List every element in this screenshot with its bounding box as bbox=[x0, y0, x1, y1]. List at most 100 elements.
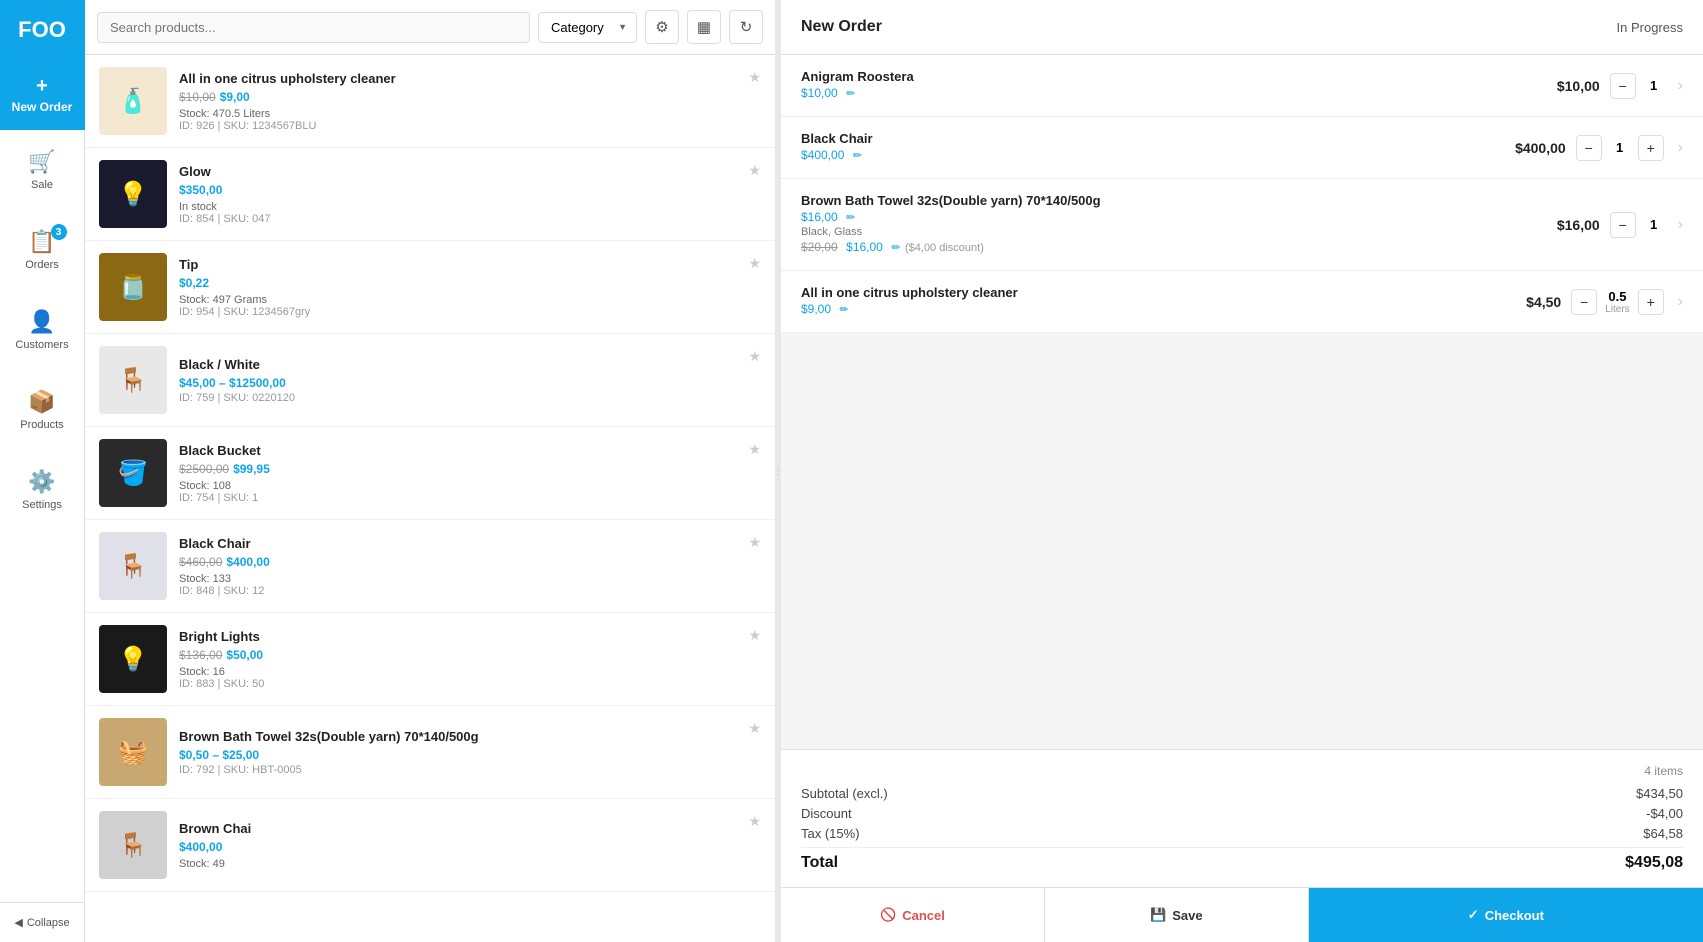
product-stock: Stock: 497 Grams bbox=[179, 294, 761, 306]
order-status: In Progress bbox=[1617, 20, 1683, 35]
order-item: All in one citrus upholstery cleaner $9,… bbox=[781, 271, 1703, 333]
product-panel: Category ⚙ ▦ ↻ 🧴 All in one citrus uphol… bbox=[85, 0, 775, 942]
star-icon[interactable]: ★ bbox=[748, 627, 761, 644]
new-order-button[interactable]: + New Order bbox=[0, 60, 85, 130]
product-item[interactable]: 🧺 Brown Bath Towel 32s(Double yarn) 70*1… bbox=[85, 706, 775, 799]
qty-value: 1 bbox=[1644, 78, 1664, 93]
checkout-button[interactable]: ✓ Checkout bbox=[1309, 888, 1703, 942]
product-info: All in one citrus upholstery cleaner $10… bbox=[179, 71, 761, 132]
order-item-price-link[interactable]: $10,00 bbox=[801, 86, 838, 100]
product-image: 🪑 bbox=[99, 811, 167, 879]
order-item-info: Anigram Roostera $10,00 ✏ bbox=[801, 69, 1520, 102]
product-item[interactable]: 💡 Glow $350,00 In stock ID: 854 | SKU: 0… bbox=[85, 148, 775, 241]
sidebar-item-products[interactable]: 📦 Products bbox=[0, 370, 85, 450]
total-row: Total $495,08 bbox=[801, 847, 1683, 872]
action-buttons: 🚫 Cancel 💾 Save ✓ Checkout bbox=[781, 887, 1703, 942]
product-id-sku: ID: 848 | SKU: 12 bbox=[179, 585, 761, 597]
order-item-name: Anigram Roostera bbox=[801, 69, 1520, 84]
cancel-button[interactable]: 🚫 Cancel bbox=[781, 888, 1045, 942]
qty-plus-button[interactable]: + bbox=[1638, 289, 1664, 315]
chevron-right-icon[interactable]: › bbox=[1678, 216, 1683, 234]
filter-icon[interactable]: ⚙ bbox=[645, 10, 679, 44]
product-item[interactable]: 🫙 Tip $0,22 Stock: 497 Grams ID: 954 | S… bbox=[85, 241, 775, 334]
star-icon[interactable]: ★ bbox=[748, 720, 761, 737]
star-icon[interactable]: ★ bbox=[748, 255, 761, 272]
product-price-only: $0,22 bbox=[179, 276, 209, 290]
edit-icon-small[interactable]: ✏ bbox=[846, 212, 855, 224]
new-order-label: New Order bbox=[12, 100, 73, 114]
order-item-name: Brown Bath Towel 32s(Double yarn) 70*140… bbox=[801, 193, 1520, 208]
products-icon: 📦 bbox=[28, 389, 55, 415]
qty-control: − 1 + bbox=[1576, 135, 1664, 161]
customers-icon: 👤 bbox=[28, 309, 55, 335]
order-item-info: All in one citrus upholstery cleaner $9,… bbox=[801, 285, 1481, 318]
barcode-icon[interactable]: ▦ bbox=[687, 10, 721, 44]
collapse-label: Collapse bbox=[27, 917, 70, 929]
discount-row: Discount -$4,00 bbox=[801, 806, 1683, 821]
order-item-price-link[interactable]: $400,00 bbox=[801, 148, 844, 162]
product-price-row: $460,00$400,00 bbox=[179, 553, 761, 571]
search-input[interactable] bbox=[97, 12, 530, 43]
total-value: $495,08 bbox=[1625, 854, 1683, 872]
sidebar-item-settings[interactable]: ⚙️ Settings bbox=[0, 450, 85, 530]
product-item[interactable]: 💡 Bright Lights $136,00$50,00 Stock: 16 … bbox=[85, 613, 775, 706]
qty-value: 1 bbox=[1610, 140, 1630, 155]
product-name: Black Bucket bbox=[179, 443, 761, 458]
collapse-arrow-icon: ◀ bbox=[14, 916, 22, 929]
star-icon[interactable]: ★ bbox=[748, 348, 761, 365]
tax-label: Tax (15%) bbox=[801, 826, 860, 841]
edit-icon[interactable]: ✏ bbox=[891, 242, 900, 254]
product-item[interactable]: 🪑 Black / White $45,00 – $12500,00 ID: 7… bbox=[85, 334, 775, 427]
product-price-row: $10,00$9,00 bbox=[179, 88, 761, 106]
product-item[interactable]: 🪑 Brown Chai $400,00 Stock: 49 ★ bbox=[85, 799, 775, 892]
qty-minus-button[interactable]: − bbox=[1571, 289, 1597, 315]
order-title: New Order bbox=[801, 18, 882, 36]
product-name: Tip bbox=[179, 257, 761, 272]
product-price-range: $45,00 – $12500,00 bbox=[179, 376, 286, 390]
sidebar-label-products: Products bbox=[20, 419, 63, 431]
product-item[interactable]: 🪣 Black Bucket $2500,00$99,95 Stock: 108… bbox=[85, 427, 775, 520]
product-id-sku: ID: 926 | SKU: 1234567BLU bbox=[179, 120, 761, 132]
star-icon[interactable]: ★ bbox=[748, 162, 761, 179]
sidebar-item-customers[interactable]: 👤 Customers bbox=[0, 290, 85, 370]
edit-icon-small[interactable]: ✏ bbox=[846, 88, 855, 100]
product-price-new: $50,00 bbox=[226, 648, 263, 662]
product-item[interactable]: 🧴 All in one citrus upholstery cleaner $… bbox=[85, 55, 775, 148]
product-info: Black Bucket $2500,00$99,95 Stock: 108 I… bbox=[179, 443, 761, 504]
sidebar-item-orders[interactable]: 📋 Orders 3 bbox=[0, 210, 85, 290]
order-item: Anigram Roostera $10,00 ✏ $10,00 − 1 › bbox=[781, 55, 1703, 117]
collapse-button[interactable]: ◀ Collapse bbox=[0, 902, 85, 942]
qty-minus-button[interactable]: − bbox=[1610, 212, 1636, 238]
sidebar-label-customers: Customers bbox=[15, 339, 68, 351]
refresh-icon[interactable]: ↻ bbox=[729, 10, 763, 44]
chevron-right-icon[interactable]: › bbox=[1678, 293, 1683, 311]
category-select[interactable]: Category bbox=[538, 12, 637, 43]
star-icon[interactable]: ★ bbox=[748, 69, 761, 86]
order-item-info: Brown Bath Towel 32s(Double yarn) 70*140… bbox=[801, 193, 1520, 256]
chevron-right-icon[interactable]: › bbox=[1678, 139, 1683, 157]
star-icon[interactable]: ★ bbox=[748, 813, 761, 830]
qty-plus-button[interactable]: + bbox=[1638, 135, 1664, 161]
edit-icon-small[interactable]: ✏ bbox=[839, 304, 848, 316]
qty-minus-button[interactable]: − bbox=[1576, 135, 1602, 161]
order-item-old-price: $20,00 bbox=[801, 240, 838, 254]
product-price-old: $10,00 bbox=[179, 90, 216, 104]
order-item-unit-price: $4,50 bbox=[1491, 294, 1561, 310]
product-item[interactable]: 🪑 Black Chair $460,00$400,00 Stock: 133 … bbox=[85, 520, 775, 613]
order-header: New Order In Progress bbox=[781, 0, 1703, 55]
edit-icon-small[interactable]: ✏ bbox=[853, 150, 862, 162]
product-image: 💡 bbox=[99, 160, 167, 228]
product-price-row: $350,00 bbox=[179, 181, 761, 199]
order-item-price-link[interactable]: $9,00 bbox=[801, 302, 831, 316]
sidebar-item-sale[interactable]: 🛒 Sale bbox=[0, 130, 85, 210]
chevron-right-icon[interactable]: › bbox=[1678, 77, 1683, 95]
order-item-discount-label: ($4,00 discount) bbox=[905, 242, 984, 254]
order-item-price-link[interactable]: $16,00 bbox=[801, 210, 838, 224]
subtotal-row: Subtotal (excl.) $434,50 bbox=[801, 786, 1683, 801]
star-icon[interactable]: ★ bbox=[748, 441, 761, 458]
qty-minus-button[interactable]: − bbox=[1610, 73, 1636, 99]
save-button[interactable]: 💾 Save bbox=[1045, 888, 1309, 942]
star-icon[interactable]: ★ bbox=[748, 534, 761, 551]
qty-control: − 0.5 Liters + bbox=[1571, 289, 1663, 315]
sale-icon: 🛒 bbox=[28, 149, 55, 175]
